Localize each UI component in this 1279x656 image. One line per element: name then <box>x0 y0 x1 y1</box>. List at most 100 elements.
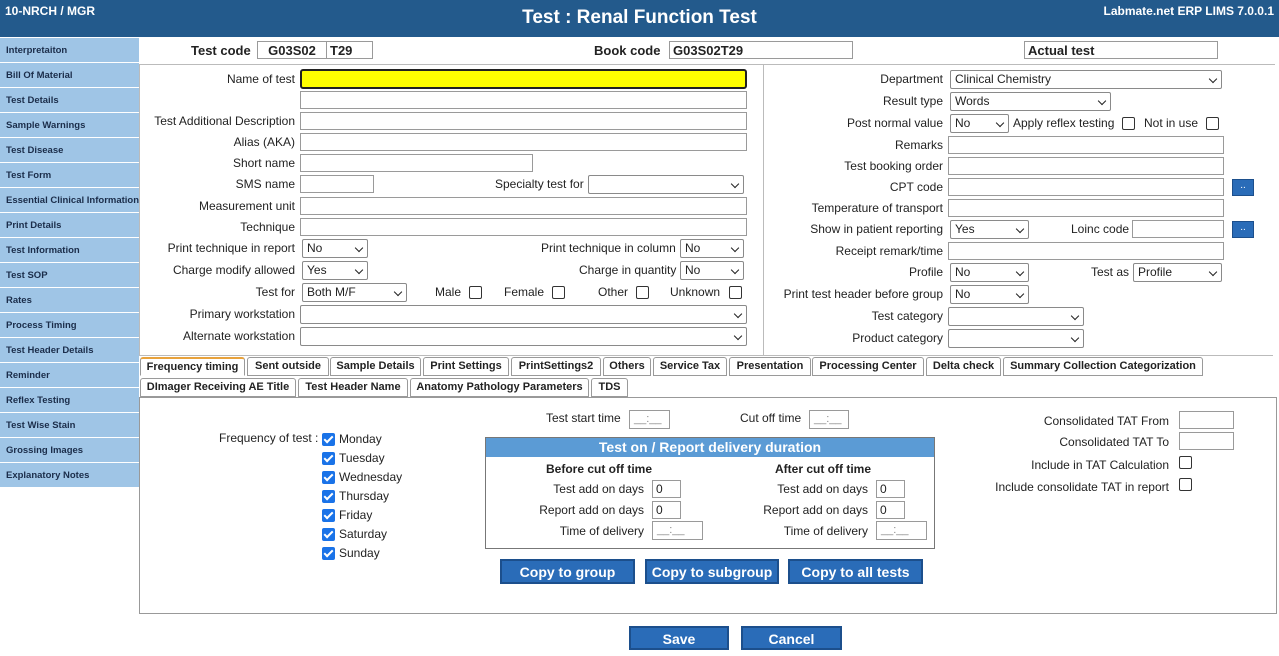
sidebar-item-test-header-details[interactable]: Test Header Details <box>0 338 139 362</box>
after-test-add-input[interactable]: 0 <box>876 480 905 498</box>
unknown-checkbox[interactable] <box>729 286 742 299</box>
female-checkbox[interactable] <box>552 286 565 299</box>
friday-checkbox[interactable] <box>322 509 335 522</box>
cut-off-time-input[interactable]: __:__ <box>809 410 849 429</box>
cancel-button[interactable]: Cancel <box>741 626 842 650</box>
sidebar-item-grossing-images[interactable]: Grossing Images <box>0 438 139 462</box>
print-technique-select[interactable]: No <box>302 239 368 258</box>
tab-tds[interactable]: TDS <box>591 378 628 397</box>
alternate-workstation-select[interactable] <box>300 327 747 346</box>
sidebar-item-bill-of-material[interactable]: Bill Of Material <box>0 63 139 87</box>
test-start-time-input[interactable]: __:__ <box>629 410 670 429</box>
sidebar-item-test-wise-stain[interactable]: Test Wise Stain <box>0 413 139 437</box>
test-code-field-2[interactable]: T29 <box>326 41 373 59</box>
tat-from-input[interactable] <box>1179 411 1234 429</box>
thursday-checkbox[interactable] <box>322 490 335 503</box>
alias-input[interactable] <box>300 133 747 151</box>
remarks-input[interactable] <box>948 136 1224 154</box>
sidebar-item-interpretation[interactable]: Interpretaiton <box>0 38 139 62</box>
sidebar-item-rates[interactable]: Rates <box>0 288 139 312</box>
copy-to-all-tests-button[interactable]: Copy to all tests <box>788 559 923 584</box>
tab-others[interactable]: Others <box>603 357 651 376</box>
show-patient-select[interactable]: Yes <box>950 220 1029 239</box>
test-for-select[interactable]: Both M/F <box>302 283 407 302</box>
tab-sent-outside[interactable]: Sent outside <box>247 357 329 376</box>
post-normal-select[interactable]: No <box>950 114 1009 133</box>
sidebar-item-test-disease[interactable]: Test Disease <box>0 138 139 162</box>
after-time-delivery-input[interactable]: __:__ <box>876 521 927 540</box>
test-category-select[interactable] <box>948 307 1084 326</box>
save-button[interactable]: Save <box>629 626 729 650</box>
measurement-unit-input[interactable] <box>300 197 747 215</box>
copy-to-subgroup-button[interactable]: Copy to subgroup <box>645 559 779 584</box>
tab-delta-check[interactable]: Delta check <box>926 357 1001 376</box>
product-category-select[interactable] <box>948 329 1084 348</box>
tab-test-header-name[interactable]: Test Header Name <box>298 378 408 397</box>
include-consolidate-checkbox[interactable] <box>1179 478 1192 491</box>
charge-quantity-select[interactable]: No <box>680 261 744 280</box>
tab-sample-details[interactable]: Sample Details <box>330 357 421 376</box>
print-header-select[interactable]: No <box>950 285 1029 304</box>
sidebar-item-reflex-testing[interactable]: Reflex Testing <box>0 388 139 412</box>
sidebar-item-explanatory-notes[interactable]: Explanatory Notes <box>0 463 139 487</box>
sidebar-item-process-timing[interactable]: Process Timing <box>0 313 139 337</box>
monday-checkbox[interactable] <box>322 433 335 446</box>
short-name-input[interactable] <box>300 154 533 172</box>
result-type-select[interactable]: Words <box>950 92 1111 111</box>
wednesday-checkbox[interactable] <box>322 471 335 484</box>
male-checkbox[interactable] <box>469 286 482 299</box>
sidebar-item-test-information[interactable]: Test Information <box>0 238 139 262</box>
tab-processing-center[interactable]: Processing Center <box>812 357 924 376</box>
cpt-lookup-button[interactable]: .. <box>1232 179 1254 196</box>
tab-service-tax[interactable]: Service Tax <box>653 357 727 376</box>
tab-dimager-receiving[interactable]: DImager Receiving AE Title <box>140 378 296 397</box>
sms-name-input[interactable] <box>300 175 374 193</box>
tuesday-checkbox[interactable] <box>322 452 335 465</box>
tab-print-settings[interactable]: Print Settings <box>423 357 509 376</box>
before-test-add-input[interactable]: 0 <box>652 480 681 498</box>
sidebar-item-reminder[interactable]: Reminder <box>0 363 139 387</box>
receipt-remark-input[interactable] <box>948 242 1224 260</box>
sidebar-item-print-details[interactable]: Print Details <box>0 213 139 237</box>
test-code-field-1[interactable]: G03S02 <box>257 41 327 59</box>
primary-workstation-select[interactable] <box>300 305 747 324</box>
tab-frequency-timing[interactable]: Frequency timing <box>140 357 245 376</box>
charge-modify-select[interactable]: Yes <box>302 261 368 280</box>
department-select[interactable]: Clinical Chemistry <box>950 70 1222 89</box>
print-technique-column-select[interactable]: No <box>680 239 744 258</box>
tab-summary-collection[interactable]: Summary Collection Categorization <box>1003 357 1203 376</box>
book-code-field[interactable]: G03S02T29 <box>669 41 853 59</box>
cpt-code-input[interactable] <box>948 178 1224 196</box>
sidebar-item-test-details[interactable]: Test Details <box>0 88 139 112</box>
loinc-lookup-button[interactable]: .. <box>1232 221 1254 238</box>
tab-anatomy-pathology[interactable]: Anatomy Pathology Parameters <box>410 378 589 397</box>
additional-description-input[interactable] <box>300 112 747 130</box>
include-tat-checkbox[interactable] <box>1179 456 1192 469</box>
sidebar-item-test-form[interactable]: Test Form <box>0 163 139 187</box>
sunday-checkbox[interactable] <box>322 547 335 560</box>
profile-select[interactable]: No <box>950 263 1029 282</box>
name-of-test-input-2[interactable] <box>300 91 747 109</box>
before-time-delivery-input[interactable]: __:__ <box>652 521 703 540</box>
before-report-add-input[interactable]: 0 <box>652 501 681 519</box>
test-as-select[interactable]: Profile <box>1133 263 1222 282</box>
sidebar-item-test-sop[interactable]: Test SOP <box>0 263 139 287</box>
not-in-use-checkbox[interactable] <box>1206 117 1219 130</box>
name-of-test-input[interactable] <box>300 69 747 89</box>
loinc-code-input[interactable] <box>1132 220 1224 238</box>
tab-presentation[interactable]: Presentation <box>729 357 811 376</box>
sidebar-item-sample-warnings[interactable]: Sample Warnings <box>0 113 139 137</box>
copy-to-group-button[interactable]: Copy to group <box>500 559 635 584</box>
technique-input[interactable] <box>300 218 747 236</box>
specialty-test-select[interactable] <box>588 175 744 194</box>
booking-order-input[interactable] <box>948 157 1224 175</box>
apply-reflex-checkbox[interactable] <box>1122 117 1135 130</box>
tab-print-settings-2[interactable]: PrintSettings2 <box>511 357 601 376</box>
sidebar-item-essential-clinical[interactable]: Essential Clinical Information <box>0 188 139 212</box>
saturday-checkbox[interactable] <box>322 528 335 541</box>
actual-test-field[interactable]: Actual test <box>1024 41 1218 59</box>
after-report-add-input[interactable]: 0 <box>876 501 905 519</box>
other-checkbox[interactable] <box>636 286 649 299</box>
tat-to-input[interactable] <box>1179 432 1234 450</box>
temperature-input[interactable] <box>948 199 1224 217</box>
